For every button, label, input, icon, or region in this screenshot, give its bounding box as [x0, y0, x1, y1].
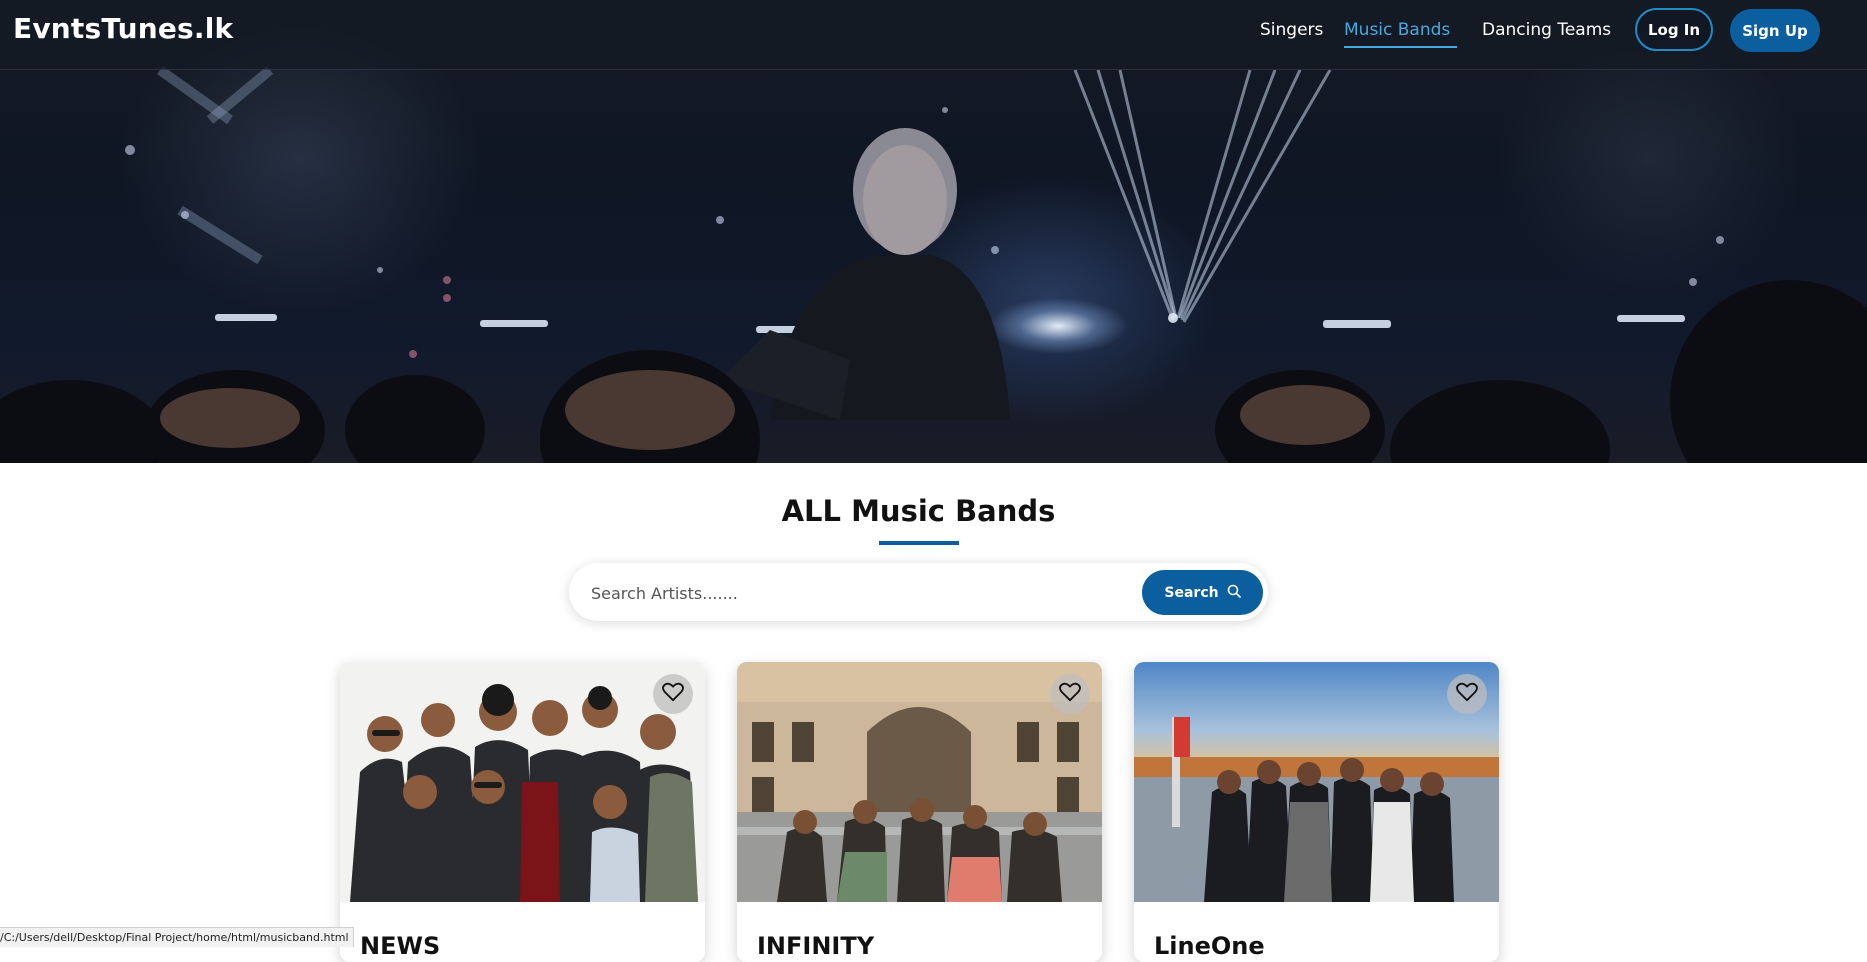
band-photo [1134, 662, 1499, 902]
heart-icon [662, 682, 684, 706]
login-button[interactable]: Log In [1635, 8, 1713, 51]
active-link-underline [1344, 46, 1457, 48]
status-bar-url: /C:/Users/dell/Desktop/Final Project/hom… [0, 927, 354, 947]
nav-link-dancing-teams[interactable]: Dancing Teams [1482, 20, 1611, 40]
nav-link-singers[interactable]: Singers [1260, 20, 1323, 40]
band-name[interactable]: NEWS [360, 932, 440, 960]
signup-button[interactable]: Sign Up [1730, 9, 1820, 52]
search-input[interactable] [589, 575, 1133, 611]
favorite-button[interactable] [1447, 674, 1487, 714]
favorite-button[interactable] [1050, 674, 1090, 714]
page-title: ALL Music Bands [781, 494, 1056, 528]
band-name[interactable]: LineOne [1154, 932, 1265, 960]
search-button[interactable]: Search [1142, 570, 1263, 615]
band-name[interactable]: INFINITY [757, 932, 874, 960]
band-photo [737, 662, 1102, 902]
band-card[interactable]: NEWS [340, 662, 705, 962]
band-card[interactable]: INFINITY [737, 662, 1102, 962]
search-bar: Search [569, 563, 1268, 621]
heart-icon [1059, 682, 1081, 706]
favorite-button[interactable] [653, 674, 693, 714]
band-photo [340, 662, 705, 902]
title-underline [879, 541, 959, 545]
heart-icon [1456, 682, 1478, 706]
band-card[interactable]: LineOne [1134, 662, 1499, 962]
search-icon [1227, 584, 1241, 602]
site-logo[interactable]: EvntsTunes.lk [13, 12, 233, 45]
nav-link-music-bands[interactable]: Music Bands [1344, 20, 1450, 40]
top-navbar: EvntsTunes.lk Singers Music Bands Dancin… [0, 0, 1867, 70]
search-button-label: Search [1164, 584, 1219, 601]
